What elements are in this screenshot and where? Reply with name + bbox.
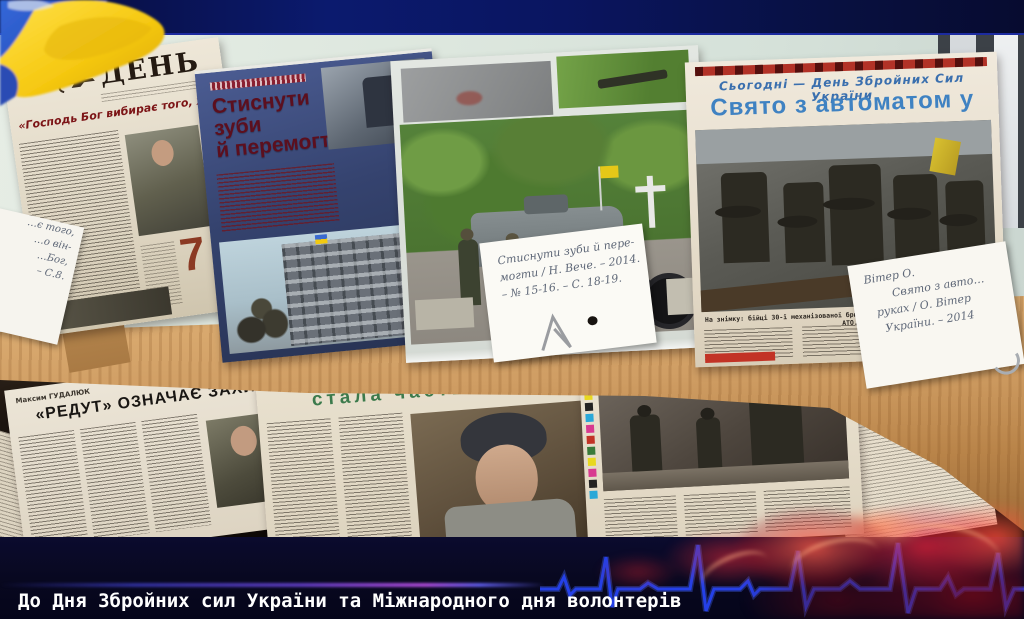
- ukraine-flag-decoration: [0, 0, 185, 135]
- soldiers-silhouettes: [228, 292, 297, 352]
- soldier-figure: [458, 239, 481, 306]
- soldier-figure: [783, 182, 826, 263]
- red-smudge: [456, 91, 483, 106]
- soldier-figure: [893, 174, 940, 261]
- soldier-figure: [696, 417, 723, 472]
- fake-text-column: [338, 413, 413, 537]
- soldier-face: [150, 139, 175, 168]
- handwritten-card-center: Стиснути зуби й пере- могти / Н. Вече. –…: [479, 223, 656, 362]
- den-photo-soldier: [125, 125, 212, 236]
- yellow-flag: [600, 165, 619, 178]
- soldier-figure: [721, 172, 770, 264]
- handwritten-card-right: Вітер О. Свято з авто… руках / О. Вітер …: [847, 241, 1024, 389]
- white-cross: [647, 176, 656, 228]
- weapon-silhouette: [597, 69, 668, 89]
- fake-text-column: [267, 418, 342, 537]
- soldier-face: [229, 424, 259, 457]
- fake-text-column: [18, 430, 88, 537]
- man-shoulders: [444, 497, 577, 537]
- concrete-block: [415, 297, 474, 330]
- soldier-figure: [828, 164, 883, 266]
- soldier-figure: [630, 414, 663, 475]
- magazine-lead-text: [217, 163, 340, 232]
- stala-photo-man-in-helmet: [410, 400, 603, 537]
- fake-text-column: [141, 414, 211, 532]
- purple-glow-line: [0, 583, 545, 587]
- slide: Максим ГУДАЛЮК «РЕДУТ» ОЗНАЧАЄ ЗАХИСТ ст…: [0, 0, 1024, 619]
- apc-turret: [524, 194, 569, 214]
- slide-caption: До Дня Збройних сил України та Міжнародн…: [18, 590, 681, 612]
- fake-text-column: [80, 422, 150, 537]
- ukraine-flag-small: [315, 234, 328, 244]
- magazine-photo-field: [556, 50, 691, 109]
- red-highlight-label: [705, 352, 775, 363]
- building: [282, 233, 409, 346]
- punched-hole: [587, 316, 598, 326]
- yellow-flag: [929, 138, 961, 176]
- magazine-photo-road: [401, 61, 554, 123]
- paperclip: [532, 310, 581, 355]
- den-big-number: 7: [176, 225, 209, 282]
